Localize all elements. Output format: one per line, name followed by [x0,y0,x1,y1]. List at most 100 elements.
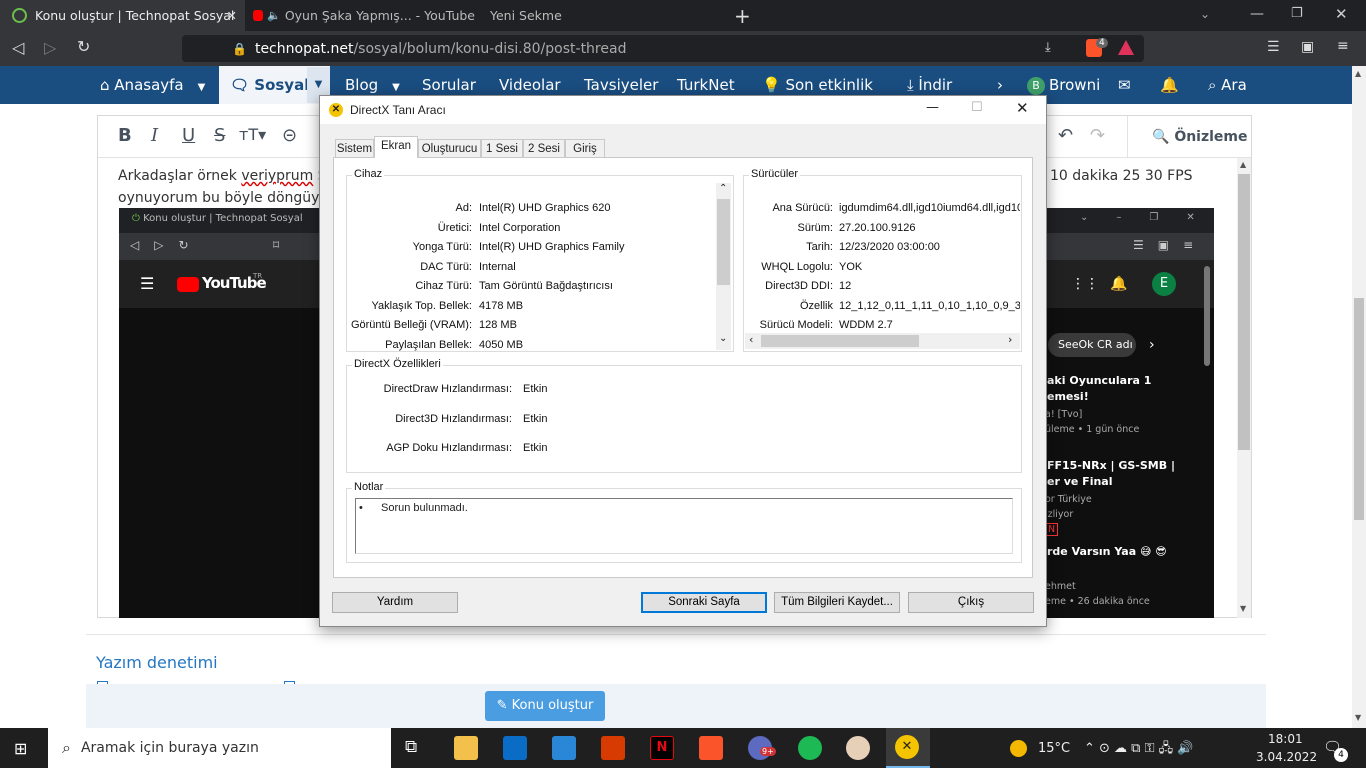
yt-snippet: ehmet [1045,581,1076,592]
nav-anasayfa[interactable]: ⌂ Anasayfa ▼ [100,66,205,104]
playlist-icon[interactable]: ☰ [1267,39,1280,55]
forward-icon[interactable]: ▷ [44,38,56,57]
file-explorer-icon[interactable] [454,736,478,760]
help-button[interactable]: Yardım [332,592,458,613]
submit-bar [86,684,1266,728]
mail-icon[interactable] [552,736,576,760]
scroll-down-icon[interactable]: ▼ [1240,604,1246,613]
youtube-icon [253,10,264,21]
inbox-icon[interactable]: ✉ [1118,66,1131,104]
link-icon[interactable]: ⊝ [282,125,297,146]
tray-icons[interactable]: ⌃ ⊙ ☁ ⧉ ⚿ 🖧 🔊 [1084,739,1193,761]
weather-icon[interactable] [1010,740,1027,757]
drivers-scroll-thumb[interactable] [761,335,919,347]
url-field[interactable]: 🔒 technopat.net /sosyal/bolum/konu-disi.… [182,35,1144,62]
tab-giris[interactable]: Giriş [565,139,605,157]
tab-ses-1[interactable]: 1 Sesi [481,139,523,157]
embedded-toolbar-icons: ☰▣≡ [1133,238,1208,252]
brave-rewards-icon[interactable] [1118,40,1134,55]
yt-snippet: FF15-NRx | GS-SMB | [1047,459,1175,472]
undo-icon[interactable]: ↶ [1058,125,1073,146]
save-all-button[interactable]: Tüm Bilgileri Kaydet... [774,592,900,613]
tab-technopat[interactable]: Konu oluştur | Technopat Sosyal ✕ [0,0,245,31]
driver-value: 12 [839,280,852,292]
tab-close-icon[interactable]: ✕ [227,8,237,23]
toolbar-divider [1127,116,1128,158]
clock-time[interactable]: 18:01 [1268,732,1303,746]
new-tab-button[interactable]: + [734,4,751,28]
strike-icon[interactable]: S [214,125,225,146]
driver-label: WHQL Logolu: [761,260,833,273]
embedded-window-controls: ⌄–❐✕ [1080,212,1223,223]
office-icon[interactable] [601,736,625,760]
tab-youtube[interactable]: 🔈 Oyun Şaka Yapmış... - YouTube [245,0,475,31]
yt-snippet: aki Oyunculara 1 [1047,374,1152,387]
bell-icon[interactable]: 🔔 [1160,66,1179,104]
close-window-icon[interactable]: ✕ [1335,5,1348,23]
page-scroll-thumb[interactable] [1354,298,1364,520]
exit-button[interactable]: Çıkış [908,592,1034,613]
minimize-icon[interactable]: — [1250,6,1264,22]
username: Browni [1049,76,1101,94]
nav-search[interactable]: ⌕ Ara [1208,66,1247,104]
dxdiag-taskbar-button[interactable]: ✕ [886,728,930,768]
device-scrollbar[interactable]: ⌃ ⌄ [716,183,731,350]
task-view-icon[interactable]: ⧉ [405,737,417,757]
app-icon[interactable] [846,736,870,760]
tab-new[interactable]: Yeni Sekme [480,0,710,31]
reload-icon[interactable]: ↻ [77,37,90,56]
clock-date[interactable]: 3.04.2022 [1256,750,1317,764]
drivers-scroll-left-icon[interactable]: ‹ [749,333,753,346]
tab-olusturucu[interactable]: Oluşturucu [418,139,481,157]
tab-ekran[interactable]: Ekran [374,136,418,158]
preview-button[interactable]: 🔍 Önizleme [1152,129,1248,145]
editor-text-line1-right: 10 dakika 25 30 FPS [1050,168,1193,184]
italic-icon[interactable]: I [151,125,158,146]
device-scroll-down-icon[interactable]: ⌄ [719,333,727,344]
device-scroll-thumb[interactable] [717,199,730,285]
redo-icon[interactable]: ↷ [1090,125,1105,146]
netflix-icon[interactable]: N [650,736,674,760]
dlg-close-icon[interactable]: ✕ [1016,99,1029,117]
weather-temp[interactable]: 15°C [1038,741,1070,756]
device-label: Üretici: [437,221,472,234]
spotify-icon[interactable] [798,736,822,760]
windows-start-icon[interactable]: ⊞ [14,739,27,758]
page-scroll-up-icon[interactable]: ▲ [1355,69,1361,78]
menu-icon[interactable]: ≡ [1337,38,1349,54]
dlg-minimize-icon[interactable]: — [926,100,939,115]
drivers-scroll-right-icon[interactable]: › [1008,333,1012,346]
scroll-up-icon[interactable]: ▲ [1240,160,1246,169]
underline-icon[interactable]: U [182,125,195,146]
device-value: 128 MB [479,319,517,331]
yt-snippet: izliyor [1045,509,1074,520]
tab-sistem[interactable]: Sistem [335,139,374,157]
notes-group-label: Notlar [352,481,386,493]
tab-search-chevron-icon[interactable]: ⌄ [1200,7,1210,21]
wallet-icon[interactable]: ▣ [1301,39,1314,55]
brave-taskbar-icon[interactable] [699,736,723,760]
font-size-icon[interactable]: тT▾ [239,125,266,144]
page-scrollbar[interactable]: ▲ ▼ [1352,66,1366,728]
yt-snippet: or Türkiye [1045,494,1092,505]
editor-scrollbar[interactable]: ▲ ▼ [1237,158,1251,618]
embedded-tab-title: ⏻ Konu oluştur | Technopat Sosyal [132,213,303,224]
next-page-button[interactable]: Sonraki Sayfa [641,592,767,613]
chip-next-icon: › [1149,337,1155,353]
tab-ses-2[interactable]: 2 Sesi [523,139,565,157]
create-thread-button[interactable]: ✎ Konu oluştur [485,691,605,721]
avatar: B [1027,76,1045,95]
back-icon[interactable]: ◁ [12,38,24,57]
drivers-hscrollbar[interactable]: ‹ › [745,333,1020,349]
hamburger-icon: ☰ [140,274,155,293]
taskbar-search[interactable]: ⌕ Aramak için buraya yazın [48,728,391,768]
bold-icon[interactable]: B [118,125,132,146]
device-label: Cihaz Türü: [415,280,472,292]
preview-icon: 🔍 [1152,129,1175,145]
page-scroll-down-icon[interactable]: ▼ [1355,713,1361,722]
install-icon[interactable]: ⤓ [1045,40,1051,55]
editor-scroll-thumb[interactable] [1238,174,1250,450]
store-icon[interactable] [503,736,527,760]
device-scroll-up-icon[interactable]: ⌃ [719,183,727,194]
restore-icon[interactable]: ❐ [1291,6,1303,21]
